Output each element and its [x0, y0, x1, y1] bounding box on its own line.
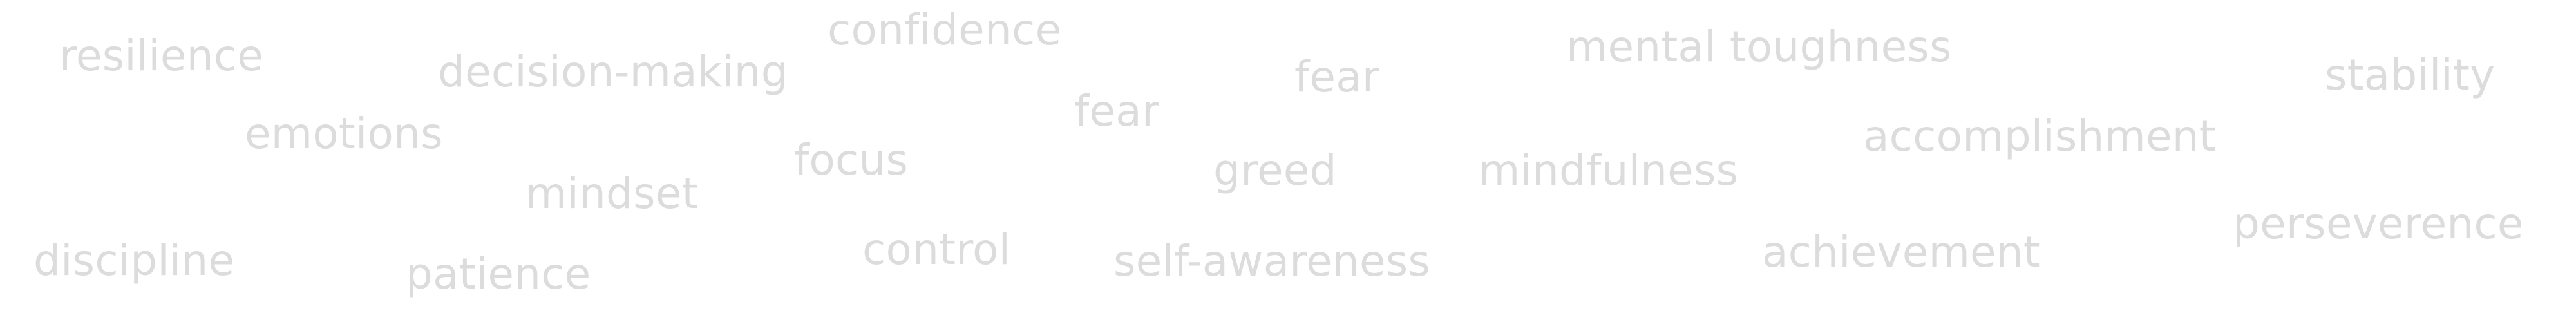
word-self-awareness: self-awareness — [1113, 236, 1430, 286]
word-mindfulness: mindfulness — [1479, 146, 1739, 195]
word-resilience: resilience — [59, 31, 264, 80]
word-focus: focus — [794, 135, 909, 185]
word-fear: fear — [1294, 52, 1380, 102]
word-confidence: confidence — [828, 5, 1062, 55]
word-greed: greed — [1213, 146, 1337, 195]
word-stability: stability — [2325, 50, 2496, 100]
word-cloud: resilience decision-making confidence fe… — [0, 0, 2576, 322]
word-fear-secondary: fear — [1074, 86, 1160, 136]
word-emotions: emotions — [245, 109, 443, 158]
word-discipline: discipline — [33, 236, 235, 285]
word-mindset: mindset — [526, 169, 699, 218]
word-mental-toughness: mental toughness — [1566, 22, 1952, 71]
word-achievement: achievement — [1762, 227, 2040, 277]
word-accomplishment: accomplishment — [1863, 111, 2216, 161]
word-patience: patience — [406, 249, 591, 299]
word-control: control — [862, 225, 1011, 274]
word-decision-making: decision-making — [438, 47, 788, 97]
word-perseverence: perseverence — [2233, 199, 2524, 249]
